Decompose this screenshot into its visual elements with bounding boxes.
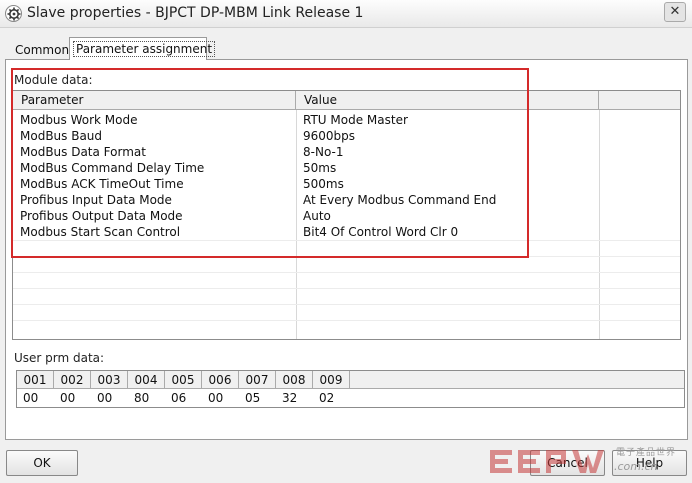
prm-column-header[interactable]: 001 [17,371,54,389]
grid-line [13,304,680,305]
title-bar: Slave properties - BJPCT DP-MBM Link Rel… [0,0,692,28]
prm-column-header[interactable]: 007 [239,371,276,389]
prm-value-cell[interactable]: 00 [202,390,239,406]
tab-common[interactable]: Common [12,41,69,61]
prm-column-header[interactable]: 004 [128,371,165,389]
watermark: 電子產品世界 .com.cn [488,442,688,482]
grid-line [13,272,680,273]
prm-value-cell[interactable]: 00 [54,390,91,406]
eepw-logo [490,450,604,473]
prm-column-header[interactable]: 008 [276,371,313,389]
watermark-chinese-text: 電子產品世界 [616,448,677,458]
user-prm-data-label: User prm data: [14,351,105,365]
user-prm-data-table[interactable]: 001 002 003 004 005 006 007 008 009 00 0… [16,370,685,408]
prm-value-cell[interactable]: 00 [91,390,128,406]
ok-button[interactable]: OK [6,450,78,476]
prm-value-cell[interactable]: 05 [239,390,276,406]
user-prm-header: 001 002 003 004 005 006 007 008 009 [17,371,684,389]
tab-parameter-assignment-label: Parameter assignment [73,41,216,57]
close-button[interactable]: ✕ [664,2,686,22]
prm-column-header[interactable]: 003 [91,371,128,389]
grid-line [13,288,680,289]
prm-column-header[interactable]: 005 [165,371,202,389]
prm-column-header[interactable]: 002 [54,371,91,389]
window-title: Slave properties - BJPCT DP-MBM Link Rel… [27,5,364,21]
gear-icon[interactable] [5,5,22,22]
prm-column-header[interactable]: 006 [202,371,239,389]
grid-line [13,320,680,321]
highlight-annotation-box [11,68,529,258]
tab-parameter-assignment[interactable]: Parameter assignment [69,37,216,60]
watermark-url: .com.cn [614,460,658,473]
close-icon: ✕ [669,4,681,19]
prm-value-cell[interactable]: 32 [276,390,313,406]
prm-value-cell[interactable]: 02 [313,390,350,406]
prm-value-cell[interactable]: 80 [128,390,165,406]
prm-value-cell[interactable]: 06 [165,390,202,406]
prm-value-cell[interactable]: 00 [17,390,54,406]
prm-column-header[interactable]: 009 [313,371,350,389]
column-header-empty [599,91,680,109]
